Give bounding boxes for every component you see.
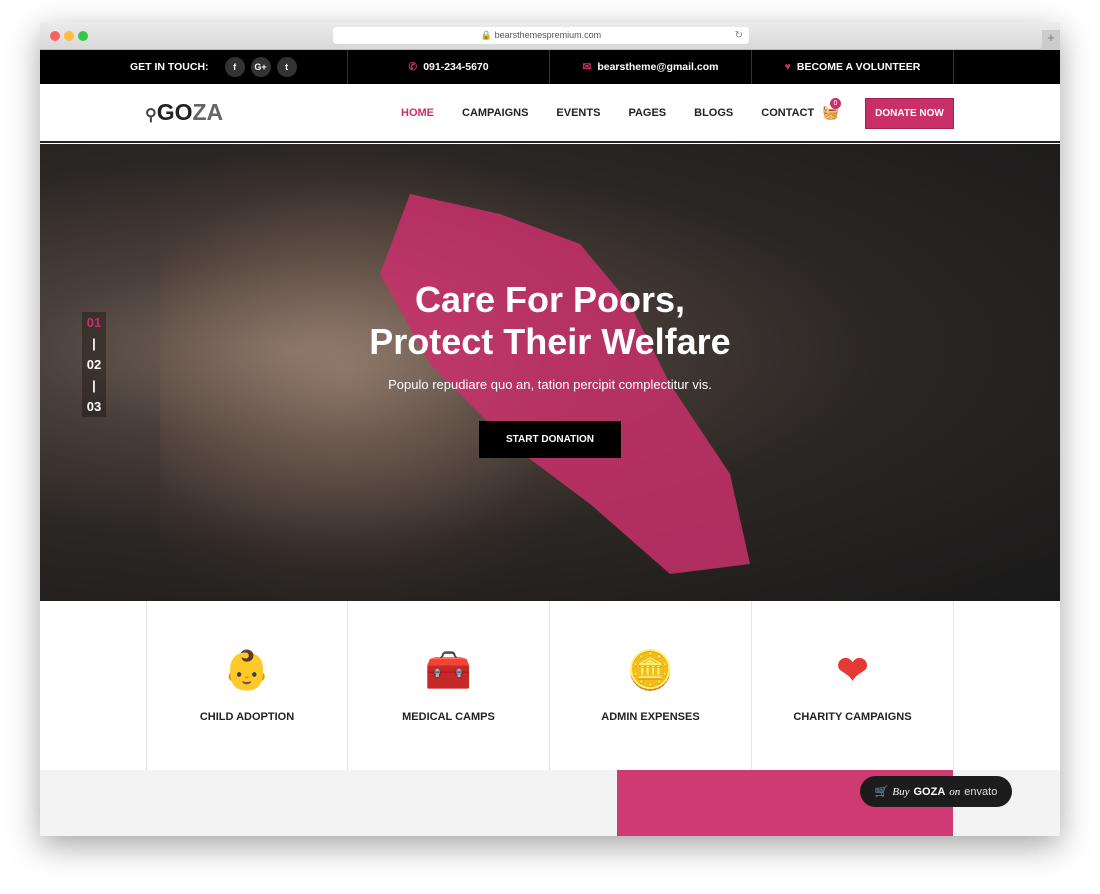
- slide-pagination: 01 | 02 | 03: [82, 312, 106, 417]
- main-nav: ⚲GOZA HOME CAMPAIGNS EVENTS PAGES BLOGS …: [40, 84, 1060, 143]
- reload-icon[interactable]: ↻: [735, 27, 743, 44]
- slide-2[interactable]: 02: [82, 354, 106, 375]
- baby-icon: 👶: [223, 650, 271, 692]
- cart-icon[interactable]: 🧺 0: [822, 98, 841, 121]
- cart-icon: 🛒: [874, 786, 889, 798]
- nav-campaigns[interactable]: CAMPAIGNS: [462, 107, 528, 119]
- google-plus-icon[interactable]: G+: [250, 57, 271, 77]
- url-text: bearsthemespremium.com: [494, 30, 602, 40]
- first-aid-kit-icon: 🧰: [424, 650, 473, 692]
- nav-events[interactable]: EVENTS: [556, 107, 600, 119]
- buy-on-envato-button[interactable]: 🛒 Buy GOZA on envato: [860, 776, 1012, 807]
- facebook-icon[interactable]: f: [224, 57, 245, 77]
- nav-contact[interactable]: CONTACT: [761, 107, 814, 119]
- twitter-icon[interactable]: t: [276, 57, 297, 77]
- feature-label: ADMIN EXPENSES: [601, 711, 700, 723]
- product-name: GOZA: [913, 785, 946, 798]
- coin-icon: 🪙: [626, 650, 675, 692]
- minimize-window-button[interactable]: [64, 31, 74, 41]
- envelope-icon: ✉: [582, 61, 592, 73]
- logo[interactable]: ⚲GOZA: [145, 99, 223, 126]
- feature-label: CHILD ADOPTION: [199, 711, 295, 723]
- get-in-touch-label: GET IN TOUCH:: [130, 61, 209, 73]
- on-text: on: [949, 785, 961, 798]
- heart-hand-icon: ❤: [836, 650, 869, 692]
- feature-label: MEDICAL CAMPS: [402, 711, 495, 723]
- top-bar: GET IN TOUCH: f G+ t ✆ 091-234-5670 ✉ bear…: [40, 50, 1060, 84]
- phone-number[interactable]: 091-234-5670: [423, 61, 488, 73]
- maximize-window-button[interactable]: [78, 31, 88, 41]
- donate-now-button[interactable]: DONATE NOW: [865, 98, 954, 129]
- nav-pages[interactable]: PAGES: [628, 107, 666, 119]
- feature-medical-camps[interactable]: 🧰 MEDICAL CAMPS: [348, 601, 550, 770]
- start-donation-button[interactable]: START DONATION: [479, 421, 621, 458]
- close-window-button[interactable]: [50, 31, 60, 41]
- slide-3[interactable]: 03: [82, 396, 106, 417]
- feature-admin-expenses[interactable]: 🪙 ADMIN EXPENSES: [550, 601, 752, 770]
- feature-label: CHARITY CAMPAIGNS: [793, 711, 912, 723]
- new-tab-button[interactable]: +: [1042, 30, 1060, 50]
- cart-count: 0: [830, 98, 841, 109]
- envato-logo: envato: [964, 785, 998, 798]
- hero-subtitle: Populo repudiare quo an, tation percipit…: [388, 377, 712, 392]
- nav-home[interactable]: HOME: [401, 107, 434, 119]
- volunteer-link[interactable]: BECOME A VOLUNTEER: [797, 61, 920, 73]
- address-bar[interactable]: 🔒 bearsthemespremium.com ↻: [333, 27, 749, 44]
- hero-title: Care For Poors, Protect Their Welfare: [369, 279, 731, 362]
- features-row: 👶 CHILD ADOPTION 🧰 MEDICAL CAMPS 🪙 ADMIN EX…: [40, 601, 1060, 770]
- nav-blogs[interactable]: BLOGS: [694, 107, 733, 119]
- browser-toolbar: 🔒 bearsthemespremium.com ↻ +: [40, 22, 1060, 50]
- phone-icon: ✆: [408, 61, 418, 73]
- heart-icon: ♥: [784, 61, 791, 73]
- feature-child-adoption[interactable]: 👶 CHILD ADOPTION: [146, 601, 348, 770]
- slide-1[interactable]: 01: [82, 312, 106, 333]
- hero-slider: Care For Poors, Protect Their Welfare Pop…: [40, 144, 1060, 601]
- email-link[interactable]: bearstheme@gmail.com: [597, 61, 718, 73]
- buy-text: Buy: [892, 785, 910, 798]
- feature-charity-campaigns[interactable]: ❤ CHARITY CAMPAIGNS: [752, 601, 954, 770]
- browser-window: 🔒 bearsthemespremium.com ↻ + GET IN TOUCH…: [40, 22, 1060, 836]
